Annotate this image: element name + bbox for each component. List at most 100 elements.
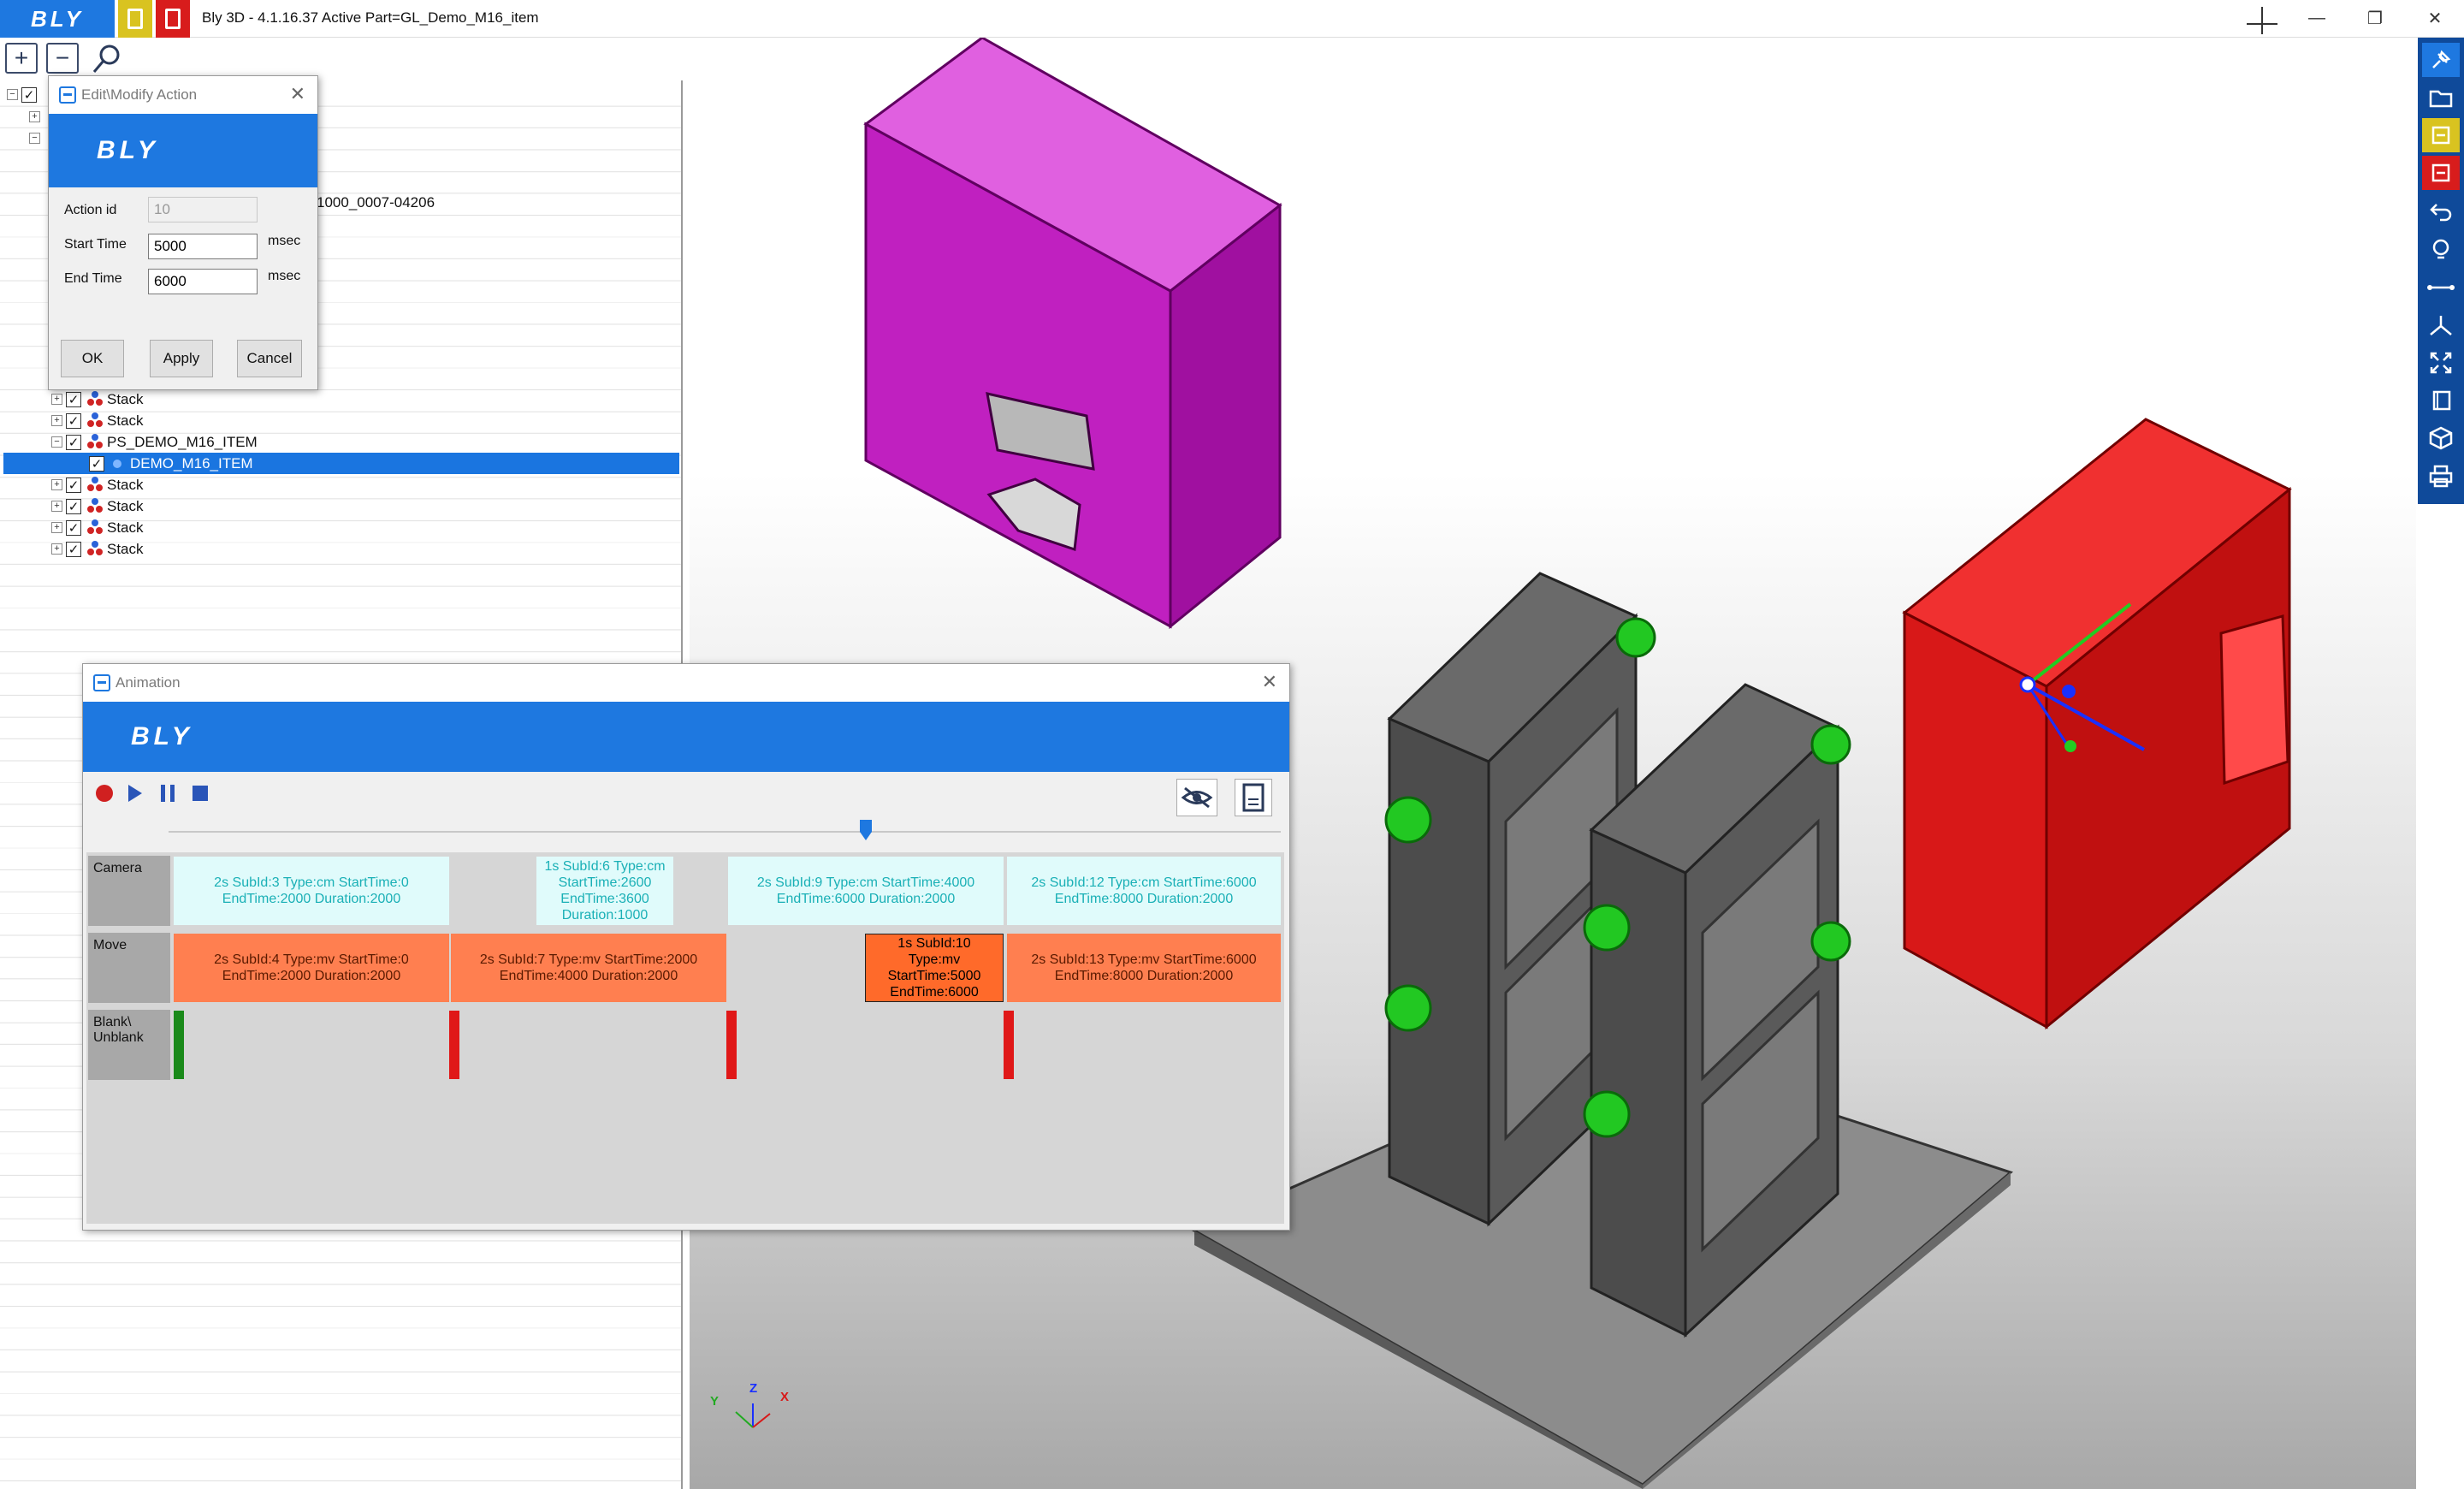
- end-time-field[interactable]: [148, 269, 258, 294]
- measure-button[interactable]: [2422, 270, 2460, 305]
- window-title: Bly 3D - 4.1.16.37 Active Part=GL_Demo_M…: [202, 9, 539, 26]
- expand-toggle[interactable]: +: [51, 543, 62, 555]
- cell-text: StartTime:5000: [887, 969, 981, 983]
- print-button[interactable]: [2422, 459, 2460, 493]
- view-box-button[interactable]: [2422, 383, 2460, 418]
- stack-icon: [86, 390, 104, 408]
- record-button[interactable]: [92, 780, 117, 806]
- visibility-checkbox[interactable]: ✓: [66, 434, 81, 450]
- timeline-slider-track[interactable]: [169, 831, 1281, 833]
- visibility-checkbox[interactable]: ✓: [21, 86, 37, 103]
- play-button[interactable]: [122, 780, 148, 806]
- tree-row-stack[interactable]: + ✓ Stack: [51, 474, 144, 495]
- tree-row-part-number[interactable]: 1000_0007-04206: [317, 192, 435, 213]
- animation-dialog: Animation ✕ BLY Camera Move Blank\ Unbla…: [82, 663, 1290, 1231]
- restore-button[interactable]: ❐: [2358, 5, 2392, 31]
- fit-view-button[interactable]: [2422, 346, 2460, 380]
- toggle-visibility-button[interactable]: [1176, 779, 1217, 816]
- move-action-cell[interactable]: 2s SubId:4 Type:mv StartTime:0 EndTime:2…: [174, 934, 449, 1002]
- measure-icon: [2427, 285, 2455, 290]
- cancel-button[interactable]: Cancel: [237, 340, 302, 377]
- camera-action-cell[interactable]: 2s SubId:12 Type:cm StartTime:6000 EndTi…: [1007, 857, 1281, 925]
- tree-row-stack[interactable]: + ✓ Stack: [51, 410, 144, 431]
- yellow-quick-action-button[interactable]: [118, 0, 152, 38]
- close-icon[interactable]: ✕: [1262, 671, 1277, 693]
- tree-row-collapsed[interactable]: +: [29, 106, 44, 128]
- tree-row-stack[interactable]: + ✓ Stack: [51, 517, 144, 538]
- minimize-button[interactable]: —: [2300, 5, 2334, 31]
- open-folder-button[interactable]: [2422, 80, 2460, 115]
- search-button[interactable]: [89, 43, 123, 75]
- collapse-toggle[interactable]: −: [51, 436, 62, 448]
- ok-button[interactable]: OK: [61, 340, 124, 377]
- expand-toggle[interactable]: +: [51, 522, 62, 533]
- axis-button[interactable]: [2422, 308, 2460, 342]
- dialog-title: Edit\Modify Action: [81, 86, 198, 103]
- stack-icon: [86, 540, 104, 558]
- visibility-checkbox[interactable]: ✓: [66, 519, 81, 536]
- view-box-icon: [2432, 390, 2451, 411]
- cell-text: 1s SubId:10: [897, 936, 971, 951]
- expand-toggle[interactable]: +: [51, 501, 62, 512]
- camera-action-cell[interactable]: 1s SubId:6 Type:cm StartTime:2600 EndTim…: [536, 857, 673, 925]
- visibility-checkbox[interactable]: ✓: [66, 541, 81, 557]
- tree-row-ps-demo[interactable]: − ✓ PS_DEMO_M16_ITEM: [51, 431, 258, 453]
- collapse-all-button[interactable]: −: [46, 43, 79, 74]
- lightbulb-button[interactable]: [2422, 233, 2460, 267]
- tree-row-stack[interactable]: + ✓ Stack: [51, 495, 144, 517]
- file-icon: [1242, 783, 1265, 812]
- export-button[interactable]: [1235, 779, 1272, 816]
- dialog-title: Animation: [116, 674, 181, 691]
- visibility-checkbox[interactable]: ✓: [66, 498, 81, 514]
- cell-text: 2s SubId:9 Type:cm StartTime:4000: [756, 875, 975, 890]
- tree-root-row[interactable]: − ✓: [7, 84, 42, 105]
- record-icon: [96, 785, 113, 802]
- timeline-slider-thumb[interactable]: [859, 820, 872, 840]
- pin-button[interactable]: [2422, 43, 2460, 77]
- pause-button[interactable]: [155, 780, 181, 806]
- blank-marker[interactable]: [449, 1011, 459, 1079]
- tree-row-stack[interactable]: + ✓ Stack: [51, 389, 144, 410]
- start-time-field[interactable]: [148, 234, 258, 259]
- expand-toggle[interactable]: +: [29, 111, 40, 122]
- pin-cursor-icon[interactable]: [2243, 7, 2277, 34]
- document-icon: [2431, 126, 2450, 145]
- expand-all-button[interactable]: +: [5, 43, 38, 74]
- red-action-button[interactable]: [2422, 156, 2460, 190]
- camera-action-cell[interactable]: 2s SubId:9 Type:cm StartTime:4000 EndTim…: [728, 857, 1004, 925]
- red-quick-action-button[interactable]: [156, 0, 190, 38]
- camera-action-cell[interactable]: 2s SubId:3 Type:cm StartTime:0 EndTime:2…: [174, 857, 449, 925]
- blank-marker[interactable]: [1004, 1011, 1014, 1079]
- visibility-checkbox[interactable]: ✓: [66, 412, 81, 429]
- app-logo-button[interactable]: BLY: [0, 0, 115, 38]
- collapse-toggle[interactable]: −: [29, 133, 40, 144]
- close-icon[interactable]: ✕: [290, 83, 305, 105]
- expand-toggle[interactable]: +: [51, 479, 62, 490]
- folder-icon: [2429, 90, 2453, 108]
- move-action-cell[interactable]: 2s SubId:7 Type:mv StartTime:2000 EndTim…: [451, 934, 726, 1002]
- blank-marker[interactable]: [726, 1011, 737, 1079]
- undo-button[interactable]: [2422, 195, 2460, 229]
- tree-row-collapsed[interactable]: −: [29, 128, 44, 149]
- stop-button[interactable]: [187, 780, 213, 806]
- dialog-title-bar: Animation ✕: [83, 664, 1289, 702]
- blank-track-label: Blank\ Unblank: [88, 1010, 170, 1080]
- visibility-checkbox[interactable]: ✓: [66, 391, 81, 407]
- tree-row-demo-m16-item[interactable]: ✓ DEMO_M16_ITEM: [3, 453, 679, 474]
- visibility-checkbox[interactable]: ✓: [66, 477, 81, 493]
- document-icon: [2431, 163, 2450, 182]
- yellow-action-button[interactable]: [2422, 118, 2460, 152]
- unblank-marker[interactable]: [174, 1011, 184, 1079]
- collapse-toggle[interactable]: −: [7, 89, 18, 100]
- shading-button[interactable]: [2422, 421, 2460, 455]
- move-action-cell[interactable]: 2s SubId:13 Type:mv StartTime:6000 EndTi…: [1007, 934, 1281, 1002]
- move-action-cell-selected[interactable]: 1s SubId:10 Type:mv StartTime:5000 EndTi…: [865, 934, 1004, 1002]
- tree-row-stack[interactable]: + ✓ Stack: [51, 538, 144, 560]
- search-icon: [92, 44, 120, 73]
- expand-toggle[interactable]: +: [51, 394, 62, 405]
- close-button[interactable]: ✕: [2418, 5, 2452, 31]
- visibility-checkbox[interactable]: ✓: [89, 455, 104, 472]
- camera-track-label: Camera: [88, 856, 170, 926]
- expand-toggle[interactable]: +: [51, 415, 62, 426]
- apply-button[interactable]: Apply: [150, 340, 213, 377]
